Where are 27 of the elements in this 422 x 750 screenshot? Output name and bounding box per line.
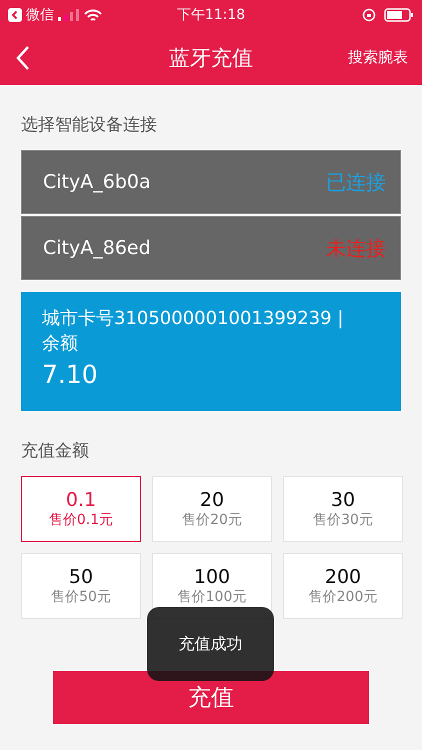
amount-option[interactable]: 20 售价20元	[152, 476, 272, 542]
back-app-label[interactable]: 微信	[26, 6, 54, 24]
amount-option[interactable]: 0.1 售价0.1元	[21, 476, 141, 542]
section-label: 充值金额	[21, 440, 90, 462]
signal-icon	[58, 9, 80, 21]
device-row[interactable]: CityA_6b0a 已连接	[21, 150, 401, 214]
page-title: 蓝牙充值	[169, 44, 253, 72]
toast-message: 充值成功	[147, 607, 274, 681]
wifi-icon	[84, 8, 102, 22]
section-label: 选择智能设备连接	[21, 114, 158, 136]
connection-status: 未连接	[326, 234, 386, 262]
card-balance: 7.10	[42, 360, 99, 390]
back-button[interactable]	[16, 44, 30, 70]
status-time: 下午11:18	[176, 6, 246, 24]
card-info: 城市卡号3105000001001399239 | 余额	[42, 307, 344, 356]
amount-option[interactable]: 50 售价50元	[21, 553, 141, 620]
recharge-button[interactable]: 充值	[53, 671, 369, 724]
search-watch-link[interactable]: 搜索腕表	[348, 48, 408, 67]
amount-option[interactable]: 200 售价200元	[283, 553, 403, 620]
connection-status: 已连接	[326, 168, 386, 196]
rotation-lock-icon	[362, 8, 376, 22]
back-app-icon[interactable]	[8, 8, 22, 22]
device-row[interactable]: CityA_86ed 未连接	[21, 216, 401, 280]
device-name: CityA_6b0a	[43, 171, 151, 193]
amount-option[interactable]: 30 售价30元	[283, 476, 403, 542]
battery-icon	[384, 8, 414, 22]
device-name: CityA_86ed	[43, 237, 151, 259]
